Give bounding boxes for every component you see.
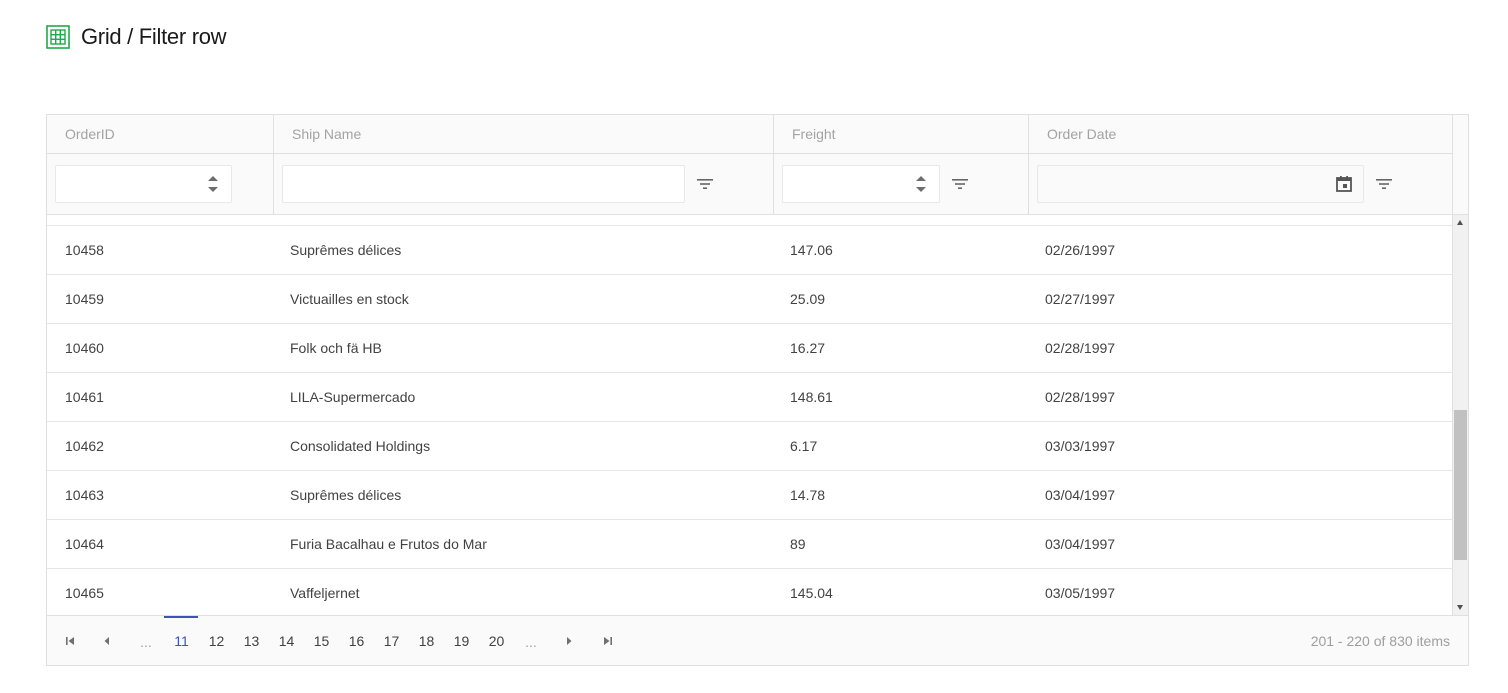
table-row[interactable]: 10463 Suprêmes délices 14.78 03/04/1997 [47, 471, 1452, 520]
page-12[interactable]: 12 [199, 616, 234, 666]
table-row[interactable]: 10464 Furia Bacalhau e Frutos do Mar 89 … [47, 520, 1452, 569]
table-row[interactable]: 10465 Vaffeljernet 145.04 03/05/1997 [47, 569, 1452, 615]
cell-order-id: 10462 [65, 438, 104, 454]
numeric-spinner-icon[interactable] [915, 174, 927, 194]
cell-freight: 89 [790, 536, 806, 552]
column-ship-name: Ship Name [273, 115, 773, 215]
scrollbar-thumb[interactable] [1454, 410, 1467, 560]
data-grid: OrderID Ship Name Freight Order Date 104… [46, 114, 1469, 666]
table-row[interactable]: 10460 Folk och fä HB 16.27 02/28/1997 [47, 324, 1452, 373]
grid-icon [46, 25, 70, 49]
table-row[interactable]: 10461 LILA-Supermercado 148.61 02/28/199… [47, 373, 1452, 422]
ship-name-filter-input[interactable] [282, 165, 685, 203]
page-20[interactable]: 20 [479, 616, 514, 666]
cell-order-id: 10461 [65, 389, 104, 405]
cell-freight: 148.61 [790, 389, 833, 405]
pager-ellipsis-previous[interactable]: ... [129, 616, 163, 666]
filter-icon[interactable] [951, 175, 969, 193]
cell-order-id: 10459 [65, 291, 104, 307]
scroll-up-arrow-icon[interactable] [1457, 220, 1463, 225]
cell-order-date: 03/05/1997 [1045, 585, 1116, 601]
page-header: Grid / Filter row [46, 24, 227, 50]
cell-freight: 147.06 [790, 242, 833, 258]
order-date-filter-input[interactable] [1037, 165, 1364, 203]
page-16[interactable]: 16 [339, 616, 374, 666]
filter-cell-order-date [1029, 154, 1452, 214]
cell-order-date: 03/04/1997 [1045, 536, 1116, 552]
next-page-icon[interactable] [552, 616, 586, 666]
cell-order-id: 10463 [65, 487, 104, 503]
pager-ellipsis-next[interactable]: ... [514, 616, 548, 666]
cell-order-id: 10460 [65, 340, 104, 356]
pager-info: 201 - 220 of 830 items [1310, 633, 1450, 649]
cell-order-date: 02/27/1997 [1045, 291, 1116, 307]
cell-order-date: 02/28/1997 [1045, 340, 1116, 356]
cell-ship-name: Suprêmes délices [290, 487, 402, 503]
cell-ship-name: LILA-Supermercado [290, 389, 416, 405]
page-15[interactable]: 15 [304, 616, 339, 666]
cell-freight: 14.78 [790, 487, 826, 503]
grid-body: 10458 Suprêmes délices 147.06 02/26/1997… [47, 215, 1452, 615]
cell-order-date: 03/04/1997 [1045, 487, 1116, 503]
cell-ship-name: Vaffeljernet [290, 585, 360, 601]
cell-freight: 16.27 [790, 340, 826, 356]
previous-page-icon[interactable] [90, 616, 124, 666]
filter-cell-ship-name [274, 154, 773, 214]
cell-ship-name: Folk och fä HB [290, 340, 382, 356]
cell-ship-name: Consolidated Holdings [290, 438, 431, 454]
column-order-id: OrderID [47, 115, 273, 215]
cell-ship-name: Victuailles en stock [290, 291, 409, 307]
filter-icon[interactable] [696, 175, 714, 193]
filter-icon[interactable] [1375, 175, 1393, 193]
page-19[interactable]: 19 [444, 616, 479, 666]
cell-order-id: 10458 [65, 242, 104, 258]
table-row[interactable]: 10458 Suprêmes délices 147.06 02/26/1997 [47, 226, 1452, 275]
calendar-icon[interactable] [1335, 175, 1353, 193]
cell-ship-name: Furia Bacalhau e Frutos do Mar [290, 536, 487, 552]
cell-order-date: 03/03/1997 [1045, 438, 1116, 454]
column-header-freight[interactable]: Freight [774, 115, 1028, 154]
table-row[interactable] [47, 215, 1452, 226]
column-freight: Freight [773, 115, 1028, 215]
vertical-scrollbar[interactable] [1452, 215, 1468, 615]
page-11[interactable]: 11 [164, 616, 199, 666]
numeric-spinner-icon[interactable] [207, 174, 219, 194]
cell-order-date: 02/26/1997 [1045, 242, 1116, 258]
grid-header: OrderID Ship Name Freight Order Date [47, 115, 1452, 215]
filter-cell-freight [774, 154, 1028, 214]
filter-cell-order-id [47, 154, 273, 214]
scroll-down-arrow-icon[interactable] [1457, 605, 1463, 610]
cell-order-date: 02/28/1997 [1045, 389, 1116, 405]
column-header-order-id[interactable]: OrderID [47, 115, 273, 154]
order-id-filter-input[interactable] [55, 165, 232, 203]
page-14[interactable]: 14 [269, 616, 304, 666]
header-scrollbar-spacer [1452, 115, 1468, 215]
page-17[interactable]: 17 [374, 616, 409, 666]
table-row[interactable]: 10459 Victuailles en stock 25.09 02/27/1… [47, 275, 1452, 324]
column-header-order-date[interactable]: Order Date [1029, 115, 1452, 154]
table-row[interactable]: 10462 Consolidated Holdings 6.17 03/03/1… [47, 422, 1452, 471]
page-18[interactable]: 18 [409, 616, 444, 666]
cell-ship-name: Suprêmes délices [290, 242, 402, 258]
last-page-icon[interactable] [591, 616, 625, 666]
column-order-date: Order Date [1028, 115, 1452, 215]
freight-filter-input[interactable] [782, 165, 940, 203]
cell-order-id: 10464 [65, 536, 104, 552]
page-13[interactable]: 13 [234, 616, 269, 666]
column-header-ship-name[interactable]: Ship Name [274, 115, 773, 154]
cell-freight: 6.17 [790, 438, 818, 454]
pager: ... 11 12 13 14 15 16 17 18 19 20 ... 20… [47, 615, 1468, 665]
cell-freight: 145.04 [790, 585, 833, 601]
first-page-icon[interactable] [53, 616, 87, 666]
page-title: Grid / Filter row [81, 24, 227, 49]
cell-freight: 25.09 [790, 291, 826, 307]
cell-order-id: 10465 [65, 585, 104, 601]
